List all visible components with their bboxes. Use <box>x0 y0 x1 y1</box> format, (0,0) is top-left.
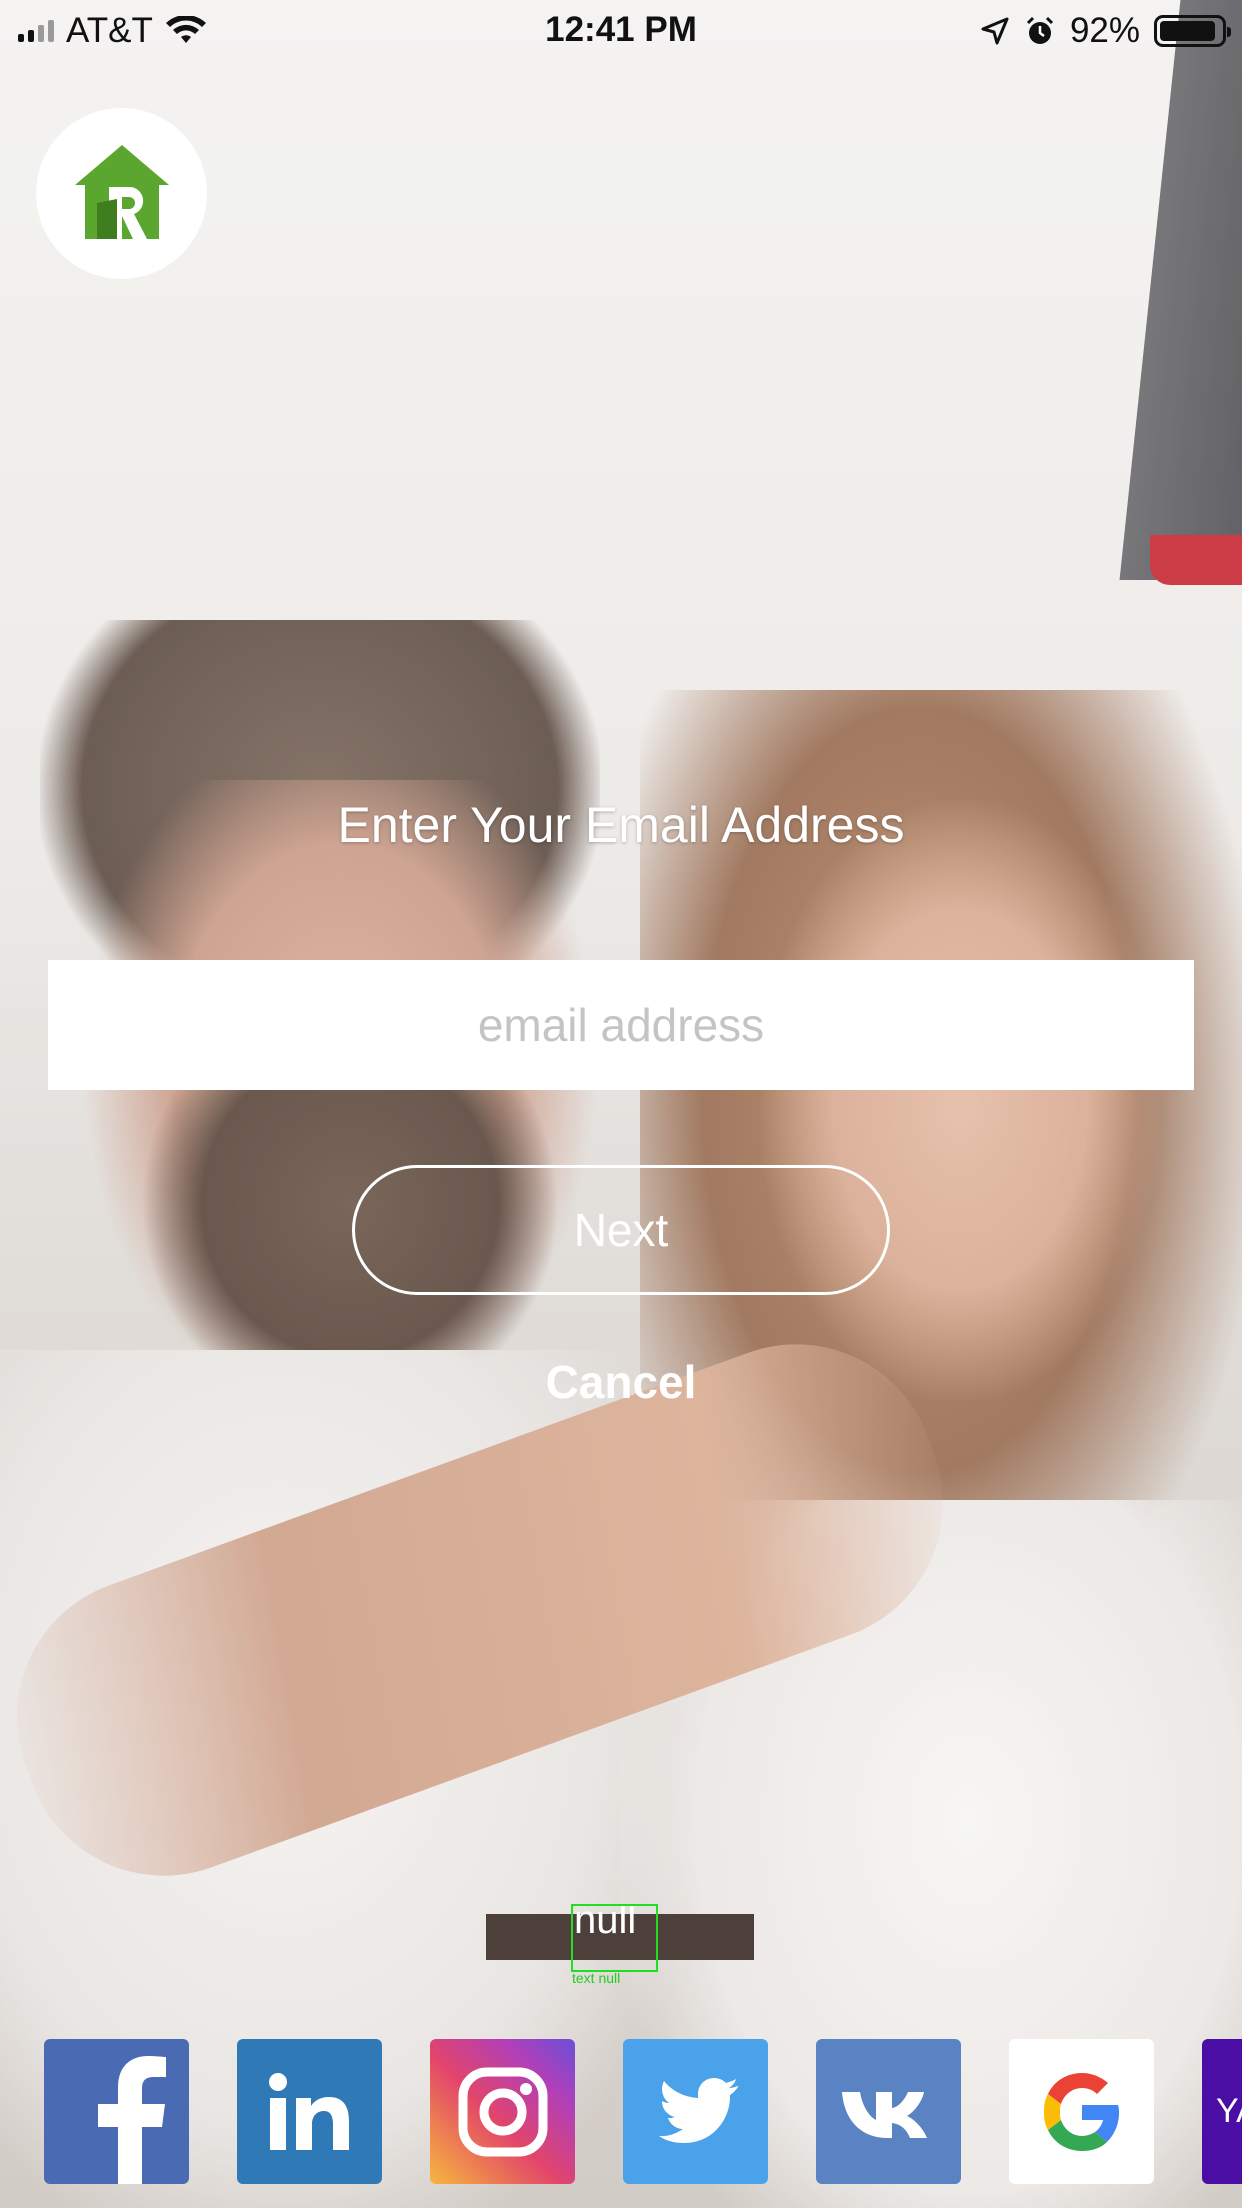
linkedin-login-button[interactable] <box>237 2039 382 2184</box>
app-logo <box>36 108 207 279</box>
background-photo <box>0 0 1242 2208</box>
facebook-login-button[interactable] <box>44 2039 189 2184</box>
email-field-container <box>48 960 1194 1090</box>
debug-null-caption: text null <box>572 1970 621 1986</box>
social-login-row: YA <box>44 2039 1242 2184</box>
instagram-icon <box>458 2067 547 2156</box>
twitter-login-button[interactable] <box>623 2039 768 2184</box>
vk-login-button[interactable] <box>816 2039 961 2184</box>
google-login-button[interactable] <box>1009 2039 1154 2184</box>
instagram-login-button[interactable] <box>430 2039 575 2184</box>
linkedin-icon <box>268 2072 349 2150</box>
battery-percentage: 92% <box>1069 11 1140 50</box>
battery-fill <box>1160 21 1216 41</box>
status-right: 92% <box>980 10 1231 52</box>
battery-icon <box>1154 15 1231 47</box>
yahoo-login-button[interactable]: YA <box>1202 2039 1242 2184</box>
status-bar: AT&T 12:41 PM 92% <box>0 0 1242 62</box>
cancel-button[interactable]: Cancel <box>0 1355 1242 1409</box>
alarm-clock-icon <box>1026 16 1053 44</box>
house-r-logo-icon <box>74 144 169 239</box>
debug-bounding-box <box>571 1904 658 1972</box>
facebook-icon <box>98 2056 166 2184</box>
google-icon <box>1043 2072 1119 2151</box>
yahoo-icon: YA <box>1216 2092 1242 2130</box>
next-button[interactable]: Next <box>352 1165 890 1295</box>
page-title: Enter Your Email Address <box>337 797 905 853</box>
vk-icon <box>841 2091 927 2138</box>
email-field[interactable] <box>48 960 1194 1090</box>
twitter-icon <box>658 2077 738 2143</box>
location-arrow-icon <box>981 17 1009 45</box>
